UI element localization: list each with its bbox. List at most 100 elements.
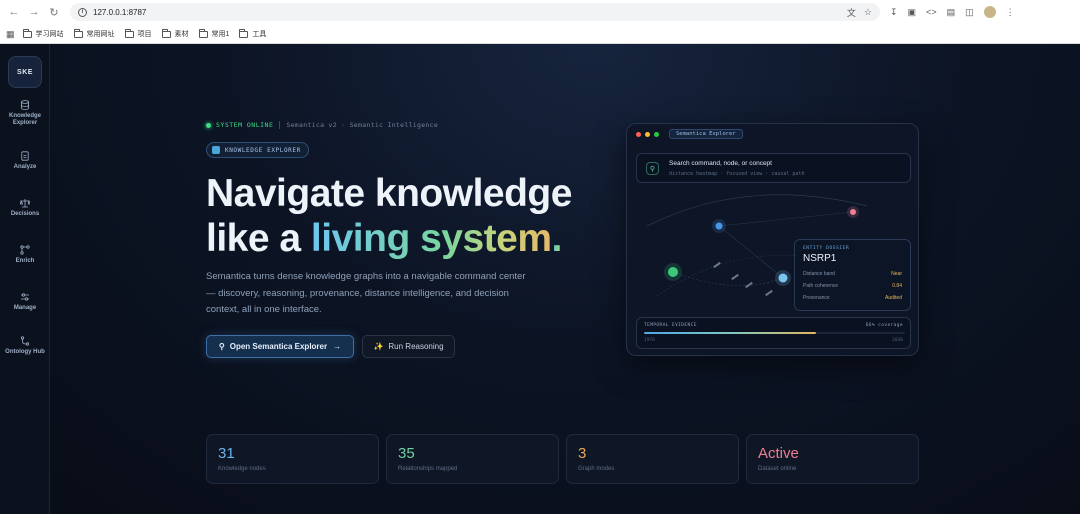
- graph-node[interactable]: [715, 222, 723, 230]
- hero-description: Semantica turns dense knowledge graphs i…: [206, 271, 526, 315]
- tab-search-icon[interactable]: ▤: [947, 7, 956, 18]
- search-icon: ⚲: [646, 162, 659, 175]
- evidence-label: TEMPORAL EVIDENCE: [644, 323, 697, 328]
- bookmark-folder[interactable]: 项目: [124, 28, 152, 39]
- sidebar: SKE Knowledge Explorer Analyze Decisions…: [0, 44, 50, 514]
- graph-node[interactable]: [850, 209, 856, 215]
- run-reasoning-label: Run Reasoning: [388, 342, 444, 351]
- bookmark-folder[interactable]: 素材: [161, 28, 189, 39]
- status-subtitle: Semantica v2 · Semantic Intelligence: [286, 121, 439, 129]
- forward-icon[interactable]: →: [26, 4, 42, 20]
- graph-node[interactable]: [668, 267, 678, 277]
- entity-dossier: ENTITY DOSSIER NSRP1 Distance band Near P…: [794, 239, 911, 311]
- stat-card-knowledge-nodes: 31 Knowledge nodes: [206, 434, 379, 484]
- menu-icon[interactable]: ⋮: [1006, 7, 1015, 18]
- stat-label: Knowledge nodes: [218, 466, 266, 472]
- profile-avatar[interactable]: [983, 6, 996, 18]
- arrow-right-icon: →: [333, 342, 342, 351]
- dossier-row: Path coherence 0.84: [803, 280, 902, 292]
- stat-card-dataset: Active Dataset online: [746, 434, 919, 484]
- bookmark-label: 项目: [137, 31, 152, 38]
- sidebar-item-decisions[interactable]: Decisions: [0, 198, 50, 218]
- dossier-key: Provenance: [803, 295, 830, 301]
- stat-label: Dataset online: [758, 466, 797, 472]
- hero-headline: Navigate knowledge like a living system.: [206, 171, 572, 261]
- status-divider: [279, 121, 281, 129]
- bookmark-folder[interactable]: 学习网站: [22, 28, 64, 39]
- browser-chrome: ← → ↻ i 127.0.0.1:8787 文 ☆ ↧ ▣ <> ▤ ◫ ⋮ …: [0, 0, 1080, 44]
- graph-node[interactable]: [778, 273, 788, 283]
- graph-marker: [713, 261, 721, 269]
- apps-grid-icon[interactable]: ▦: [6, 29, 15, 40]
- maximize-dot-icon: [654, 131, 659, 137]
- command-search[interactable]: ⚲ Search command, node, or concept dista…: [636, 153, 911, 183]
- dossier-value: Audited: [885, 295, 902, 301]
- download-icon[interactable]: ↧: [890, 7, 898, 18]
- dossier-key: Path coherence: [803, 283, 839, 289]
- sidebar-item-label: Knowledge Explorer: [8, 113, 41, 126]
- dossier-value: Near: [891, 271, 902, 277]
- scale-icon: [20, 199, 30, 208]
- bookmark-folder[interactable]: 常用网址: [73, 28, 115, 39]
- search-hint: distance heatmap · focused view · causal…: [669, 171, 805, 177]
- dossier-value: 0.84: [892, 283, 902, 289]
- toolbar-icons: ↧ ▣ <> ▤ ◫ ⋮: [890, 6, 1015, 18]
- minimize-dot-icon: [645, 131, 650, 137]
- temporal-evidence: TEMPORAL EVIDENCE 66% coverage 1970 2030: [636, 317, 911, 349]
- reload-icon[interactable]: ↻: [46, 4, 62, 20]
- pill-label: KNOWLEDGE EXPLORER: [225, 146, 301, 154]
- sliders-icon: [21, 293, 29, 301]
- sidebar-item-manage[interactable]: Manage: [0, 292, 50, 312]
- folder-icon: [161, 28, 171, 38]
- url-text[interactable]: 127.0.0.1:8787: [93, 8, 146, 17]
- online-dot-icon: [206, 122, 211, 128]
- system-status: SYSTEM ONLINE Semantica v2 · Semantic In…: [206, 121, 438, 129]
- sidebar-item-enrich[interactable]: Enrich: [0, 245, 50, 265]
- dossier-entity-name: NSRP1: [803, 253, 837, 264]
- evidence-end: 2030: [892, 338, 903, 343]
- devtools-icon[interactable]: <>: [926, 7, 937, 17]
- address-bar[interactable]: i 127.0.0.1:8787 文 ☆: [70, 3, 880, 21]
- bookmark-label: 常用1: [211, 31, 230, 38]
- bookmark-folder[interactable]: 常用1: [198, 28, 230, 39]
- back-icon[interactable]: ←: [6, 4, 22, 20]
- explorer-preview-card: Semantica Explorer ⚲ Search command, nod…: [626, 123, 919, 356]
- stat-value: 31: [218, 445, 235, 462]
- folder-icon: [198, 28, 208, 38]
- extension-icon[interactable]: ▣: [908, 7, 917, 18]
- folder-icon: [239, 28, 249, 38]
- translate-icon[interactable]: 文: [847, 6, 856, 19]
- dossier-label: ENTITY DOSSIER: [803, 246, 850, 251]
- explorer-badge-icon: [212, 146, 220, 154]
- sidebar-item-analyze[interactable]: Analyze: [0, 151, 50, 171]
- network-icon: ⚲: [218, 342, 225, 351]
- stat-value: Active: [758, 445, 799, 462]
- evidence-header: TEMPORAL EVIDENCE 66% coverage: [644, 323, 903, 328]
- run-reasoning-button[interactable]: ✨ Run Reasoning: [362, 335, 455, 358]
- star-icon[interactable]: ☆: [864, 7, 872, 18]
- open-explorer-button[interactable]: ⚲ Open Semantica Explorer →: [206, 335, 354, 358]
- split-view-icon[interactable]: ◫: [965, 7, 974, 18]
- sparkle-icon: ✨: [373, 342, 384, 351]
- bookmarks-bar: ▦ 学习网站 常用网址 项目 素材 常用1 工具: [0, 24, 1080, 44]
- bookmark-folder[interactable]: 工具: [239, 28, 267, 39]
- site-info-icon[interactable]: i: [78, 7, 87, 17]
- graph-nodes-icon: [20, 245, 30, 255]
- stat-card-graph-modes: 3 Graph modes: [566, 434, 739, 484]
- app-root: SKE Knowledge Explorer Analyze Decisions…: [0, 44, 1080, 514]
- address-row: ← → ↻ i 127.0.0.1:8787 文 ☆ ↧ ▣ <> ▤ ◫ ⋮: [0, 0, 1080, 24]
- sidebar-item-ontology-hub[interactable]: Ontology Hub: [0, 336, 50, 356]
- sidebar-item-label: Manage: [13, 305, 37, 311]
- explorer-tag: Semantica Explorer: [669, 129, 743, 139]
- sidebar-item-knowledge-explorer[interactable]: Knowledge Explorer: [0, 100, 50, 127]
- bookmark-label: 素材: [174, 31, 189, 38]
- stat-label: Relationships mapped: [398, 466, 458, 472]
- stat-value: 35: [398, 445, 415, 462]
- app-logo[interactable]: SKE: [8, 56, 42, 88]
- sidebar-item-label: Ontology Hub: [5, 349, 45, 355]
- bookmark-label: 工具: [252, 31, 267, 38]
- dossier-key: Distance band: [803, 271, 835, 277]
- dossier-row: Provenance Audited: [803, 292, 902, 304]
- graph-marker: [765, 289, 773, 297]
- evidence-track: [644, 332, 905, 334]
